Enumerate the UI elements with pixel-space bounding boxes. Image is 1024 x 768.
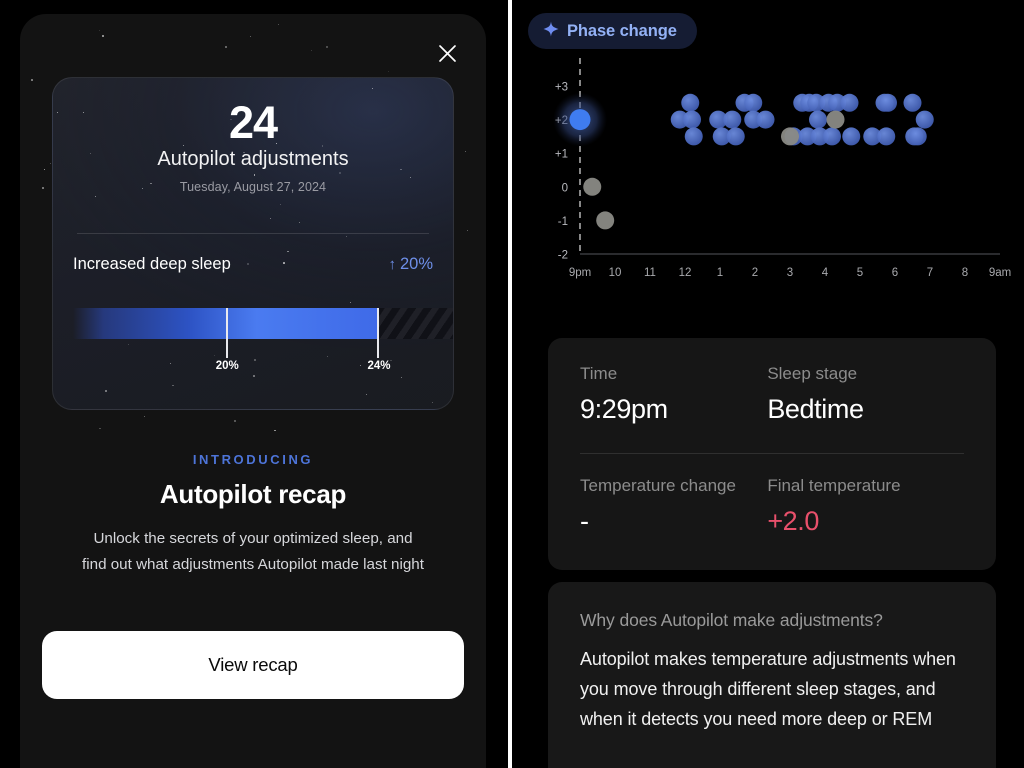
svg-text:5: 5 [857, 267, 863, 279]
svg-text:8: 8 [962, 267, 968, 279]
temperature-scatter-chart[interactable]: +3+2+10-1-29pm101112123456789am [528, 56, 1012, 296]
svg-text:9pm: 9pm [569, 267, 591, 279]
svg-text:11: 11 [644, 267, 656, 279]
close-icon[interactable] [430, 36, 464, 70]
svg-text:-2: -2 [558, 250, 568, 262]
time-value: 9:29pm [580, 394, 668, 424]
deep-sleep-metric-row: Increased deep sleep ↑ 20% [73, 255, 433, 274]
faq-question: Why does Autopilot make adjustments? [580, 610, 883, 630]
deep-sleep-bar-track: 20% 24% [73, 308, 453, 372]
detail-row-bottom: Temperature change - Final temperature +… [580, 476, 964, 537]
deep-sleep-change: ↑ 20% [388, 255, 433, 274]
faq-answer: Autopilot makes temperature adjustments … [580, 649, 956, 730]
svg-text:6: 6 [892, 267, 898, 279]
bar-tick-low [225, 308, 228, 358]
app-root: 24 Autopilot adjustments Tuesday, August… [0, 0, 1024, 768]
hero-divider [77, 233, 429, 234]
sleep-stage-label: Sleep stage [767, 364, 858, 383]
time-label: Time [580, 364, 618, 383]
adjustment-count-label: Autopilot adjustments [157, 148, 349, 171]
sleep-stage-value: Bedtime [767, 394, 864, 424]
final-temperature-field: Final temperature +2.0 [767, 476, 964, 537]
left-panel-container: 24 Autopilot adjustments Tuesday, August… [0, 0, 508, 768]
svg-text:1: 1 [717, 267, 723, 279]
sparkle-icon [543, 21, 559, 42]
svg-text:9am: 9am [989, 267, 1011, 279]
svg-text:+3: +3 [555, 82, 568, 94]
svg-text:2: 2 [752, 267, 758, 279]
bar-tick-low-label: 20% [215, 360, 239, 372]
hero-header: 24 Autopilot adjustments Tuesday, August… [53, 78, 453, 194]
phase-change-label: Phase change [567, 21, 677, 40]
autopilot-recap-panel: 24 Autopilot adjustments Tuesday, August… [20, 14, 486, 768]
hero-summary-card: 24 Autopilot adjustments Tuesday, August… [52, 77, 454, 410]
deep-sleep-change-value: 20% [399, 255, 433, 273]
svg-text:4: 4 [822, 267, 829, 279]
temperature-change-field: Temperature change - [580, 476, 767, 537]
intro-eyebrow: INTRODUCING [192, 452, 314, 467]
faq-card: Why does Autopilot make adjustments? Aut… [548, 582, 996, 768]
intro-title: Autopilot recap [159, 479, 347, 509]
svg-text:7: 7 [927, 267, 933, 279]
intro-description: Unlock the secrets of your optimized sle… [82, 530, 424, 574]
detail-row-top: Time 9:29pm Sleep stage Bedtime [580, 364, 964, 425]
adjustment-count: 24 [228, 97, 278, 148]
final-temperature-label: Final temperature [767, 476, 901, 495]
selected-point-detail-card: Time 9:29pm Sleep stage Bedtime Temperat… [548, 338, 996, 570]
svg-text:10: 10 [609, 267, 622, 279]
svg-text:0: 0 [562, 182, 568, 194]
deep-sleep-bar-hatched-remainder [379, 308, 453, 339]
temperature-change-label: Temperature change [580, 476, 736, 495]
svg-text:+1: +1 [555, 149, 568, 161]
temperature-change-value: - [580, 506, 589, 536]
deep-sleep-bar-block: 20% 24% [73, 308, 453, 372]
time-field: Time 9:29pm [580, 364, 767, 425]
deep-sleep-label: Increased deep sleep [73, 255, 231, 273]
bar-tick-high [377, 308, 380, 358]
bar-tick-high-label: 24% [367, 360, 391, 372]
detail-card-divider [580, 453, 964, 454]
right-panel-container: Phase change +3+2+10-1-29pm1011121234567… [512, 0, 1024, 768]
sleep-stage-field: Sleep stage Bedtime [767, 364, 964, 425]
arrow-up-icon: ↑ [388, 256, 396, 273]
phase-change-badge[interactable]: Phase change [528, 13, 697, 49]
recap-date: Tuesday, August 27, 2024 [179, 180, 327, 195]
svg-text:-1: -1 [558, 216, 568, 228]
svg-text:3: 3 [787, 267, 793, 279]
view-recap-button[interactable]: View recap [42, 631, 464, 699]
svg-text:12: 12 [679, 267, 692, 279]
final-temperature-value: +2.0 [767, 506, 820, 536]
